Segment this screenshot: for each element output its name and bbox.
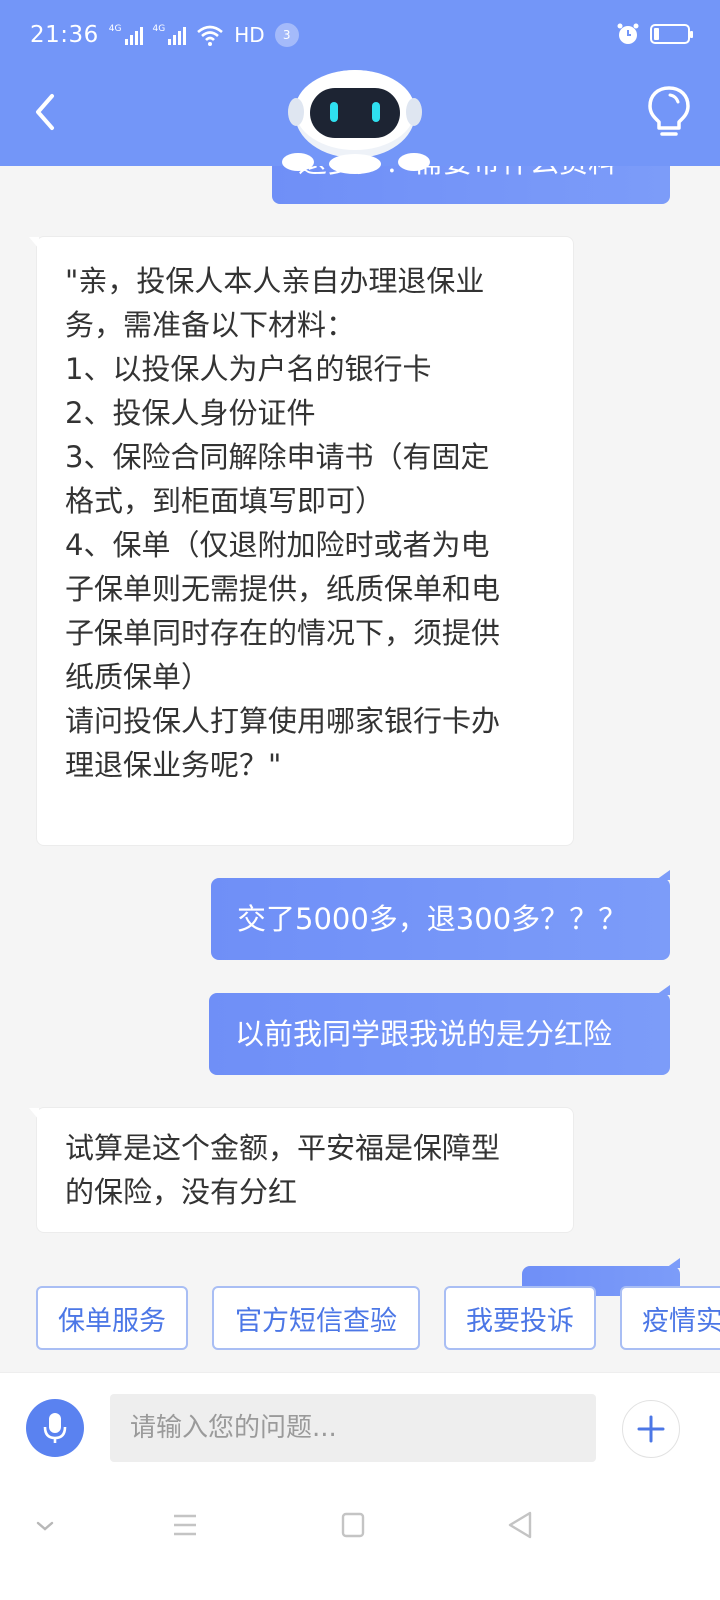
user-message: 交了5000多，退300多？？？ — [211, 870, 670, 960]
alarm-icon — [617, 23, 639, 44]
status-bar: 21:36 4G 4G HD 3 — [0, 0, 720, 72]
signal-icon: 4G — [153, 25, 187, 45]
question-input[interactable] — [110, 1394, 596, 1462]
wifi-icon — [197, 25, 224, 46]
quick-replies: 保单服务 官方短信查验 我要投诉 疫情实 — [36, 1286, 720, 1352]
chip-sms-verify[interactable]: 官方短信查验 — [212, 1286, 420, 1350]
message-text: "亲，投保人本人亲自办理退保业 务，需准备以下材料： 1、以投保人为户名的银行卡… — [65, 264, 501, 782]
chat-area[interactable]: 退多少？需要带什么资料 "亲，投保人本人亲自办理退保业 务，需准备以下材料： 1… — [0, 166, 720, 1296]
signal-tag: 4G — [108, 24, 122, 34]
notification-badge: 3 — [274, 23, 299, 47]
plus-button[interactable] — [622, 1400, 680, 1458]
chip-epidemic[interactable]: 疫情实 — [620, 1286, 720, 1350]
microphone-button[interactable] — [26, 1399, 84, 1457]
lightbulb-icon[interactable] — [646, 84, 692, 138]
status-right — [616, 22, 693, 46]
back-button[interactable] — [28, 92, 64, 132]
status-left: 21:36 4G 4G HD 3 — [30, 22, 299, 48]
chip-policy-service[interactable]: 保单服务 — [36, 1286, 188, 1350]
status-time: 21:36 — [30, 22, 99, 48]
message-text: 交了5000多，退300多？？？ — [237, 902, 628, 936]
message-text: 试算是这个金额，平安福是保障型 的保险，没有分红 — [65, 1131, 501, 1209]
system-navigation-bar — [0, 1484, 720, 1600]
user-message: 以前我同学跟我说的是分红险 — [209, 985, 670, 1075]
robot-avatar — [282, 70, 430, 174]
message-text: 以前我同学跟我说的是分红险 — [235, 1017, 613, 1051]
home-square-icon[interactable] — [341, 1512, 365, 1538]
input-bar — [0, 1372, 720, 1484]
menu-icon[interactable] — [172, 1512, 198, 1538]
microphone-icon — [43, 1413, 67, 1443]
bot-message: "亲，投保人本人亲自办理退保业 务，需准备以下材料： 1、以投保人为户名的银行卡… — [29, 236, 574, 846]
back-triangle-icon[interactable] — [506, 1510, 534, 1540]
chip-complaint[interactable]: 我要投诉 — [444, 1286, 596, 1350]
signal-icon: 4G — [109, 25, 143, 45]
bot-message: 试算是这个金额，平安福是保障型 的保险，没有分红 — [29, 1107, 574, 1233]
battery-icon — [650, 24, 693, 44]
chevron-down-icon[interactable] — [34, 1518, 56, 1534]
plus-icon — [637, 1415, 665, 1443]
signal-tag: 4G — [152, 24, 166, 34]
hd-label: HD — [234, 23, 265, 47]
